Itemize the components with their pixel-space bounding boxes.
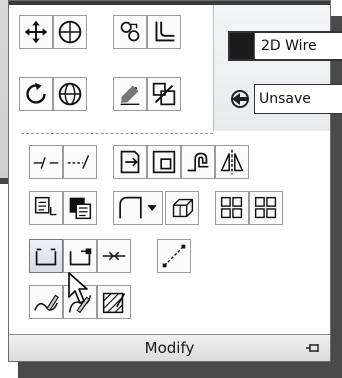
3d-move-icon: [220, 196, 243, 219]
scale-button[interactable]: [147, 77, 181, 111]
view-controls-area: 2D Wire Unsave: [213, 5, 342, 131]
panel-title: Modify: [144, 339, 195, 357]
offset-button[interactable]: [181, 145, 215, 179]
saved-view-label: Unsave: [259, 91, 311, 107]
visual-style-swatch: [230, 33, 255, 59]
edit-hatch-icon: [102, 292, 126, 314]
draw-order-icon: [34, 196, 57, 216]
trim-icon: [152, 150, 176, 174]
join-button[interactable]: [97, 239, 131, 273]
saved-view-control: Unsave: [228, 83, 342, 115]
draw-order-button[interactable]: [29, 191, 63, 225]
fillet-dropdown-button[interactable]: [113, 191, 163, 225]
break-two-points-icon: [35, 248, 57, 266]
stretch-icon: [120, 85, 140, 106]
visual-style-label: 2D Wire: [261, 38, 317, 54]
stretch-button[interactable]: [113, 145, 147, 179]
blend-curves-icon: [162, 244, 186, 268]
array-icon: [172, 198, 194, 218]
explode-icon: [254, 196, 277, 219]
panel-separator: [21, 133, 213, 134]
move-icon: [24, 20, 48, 44]
3d-orbit-icon: [58, 82, 82, 106]
chamfer-icon: [119, 196, 157, 219]
break-button[interactable]: [29, 145, 63, 179]
fillet-icon: [155, 21, 175, 42]
rotate-icon: [26, 82, 46, 104]
visual-style-dropdown[interactable]: 2D Wire: [228, 31, 342, 61]
edit-hatch-button[interactable]: [97, 285, 131, 319]
copy-button[interactable]: [113, 15, 147, 49]
panel-title-bar[interactable]: Modify: [9, 334, 330, 361]
modify-panel-expanded: 2D Wire Unsave Modify: [8, 0, 342, 362]
3d-rotate-button[interactable]: [53, 15, 87, 49]
3d-rotate-icon: [58, 20, 82, 44]
join-line-icon: [102, 251, 126, 261]
3d-array-button[interactable]: [165, 191, 199, 225]
break-at-point-2-button[interactable]: [63, 239, 97, 273]
3d-orbit-button[interactable]: [53, 77, 87, 111]
pin-icon[interactable]: [304, 339, 322, 357]
fillet-button[interactable]: [147, 15, 181, 49]
move-button[interactable]: [19, 15, 53, 49]
edit-polyline-button[interactable]: [29, 285, 63, 319]
edit-line-button[interactable]: [113, 77, 147, 111]
edit-polyline-icon: [34, 294, 60, 312]
restore-view-icon[interactable]: [228, 86, 254, 112]
break-at-point-icon: [67, 155, 90, 169]
offset-icon: [187, 152, 209, 172]
pointer-cursor-icon: [68, 272, 88, 304]
extend-icon: [120, 150, 140, 174]
lengthen-button[interactable]: [157, 239, 191, 273]
lengthen-icon: [69, 248, 92, 266]
break-icon: [33, 157, 59, 169]
panel-shadow-bottom: [18, 362, 342, 378]
panel-shadow-right: [330, 16, 342, 366]
grid-array-button[interactable]: [249, 191, 283, 225]
bring-to-front-button[interactable]: [63, 191, 97, 225]
mirror-icon: [220, 149, 244, 175]
text-to-front-icon: [69, 197, 92, 220]
scale-box-button[interactable]: [147, 145, 181, 179]
rotate-button[interactable]: [19, 77, 53, 111]
mirror-button[interactable]: [215, 145, 249, 179]
break-two-points-button[interactable]: [29, 239, 63, 273]
break-at-point-button[interactable]: [63, 145, 97, 179]
rectangular-array-button[interactable]: [215, 191, 249, 225]
saved-view-field[interactable]: Unsave: [254, 84, 342, 114]
copy-icon: [120, 21, 140, 42]
scale-icon: [152, 82, 176, 106]
